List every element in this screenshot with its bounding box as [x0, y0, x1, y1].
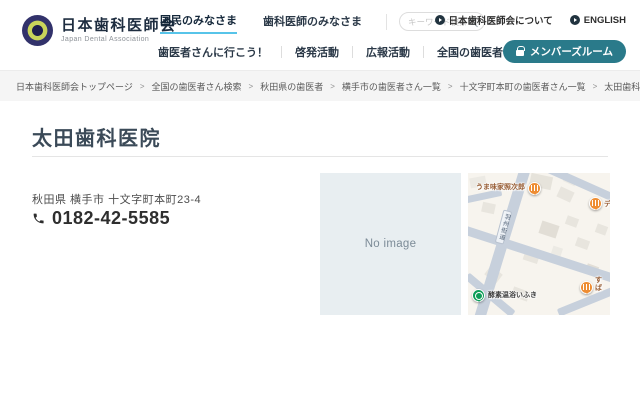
breadcrumb-separator: >: [140, 82, 145, 91]
site-logo[interactable]: 日本歯科医師会 Japan Dental Association: [22, 15, 177, 46]
map-poi-label: すば: [595, 277, 604, 293]
site-header: 日本歯科医師会 Japan Dental Association 国民のみなさま…: [0, 0, 640, 70]
breadcrumb: 日本歯科医師会トップページ > 全国の歯医者さん検索 > 秋田県の歯医者 > 横…: [0, 70, 640, 101]
utility-links: 日本歯科医師会について ENGLISH: [435, 13, 626, 27]
page: 日本歯科医師会 Japan Dental Association 国民のみなさま…: [0, 0, 640, 400]
nav-item-awareness[interactable]: 啓発活動: [282, 44, 352, 60]
breadcrumb-link-jumonji[interactable]: 十文字町本町の歯医者さん一覧: [460, 80, 586, 93]
no-image-label: No image: [365, 238, 417, 250]
title-divider: [32, 156, 608, 157]
nav-item-go-to-dentist[interactable]: 歯医者さんに行こう！: [158, 44, 281, 60]
clinic-address: 秋田県 横手市 十文字町本町23-4: [32, 191, 201, 207]
members-room-button[interactable]: メンバーズルーム: [503, 40, 626, 63]
map-poi-label: 酵素温浴いふき: [488, 292, 537, 300]
breadcrumb-current: 太田歯科医院: [604, 80, 640, 93]
nav-item-pr[interactable]: 広報活動: [353, 44, 423, 60]
phone-icon: [32, 212, 45, 225]
breadcrumb-separator: >: [448, 82, 453, 91]
secondary-nav: 歯医者さんに行こう！ 啓発活動 広報活動 全国の歯医者さん検索: [158, 44, 560, 60]
circle-arrow-icon: [435, 15, 445, 25]
breadcrumb-separator: >: [249, 82, 254, 91]
tab-citizens[interactable]: 国民のみなさま: [160, 9, 237, 34]
breadcrumb-link-home[interactable]: 日本歯科医師会トップページ: [16, 80, 133, 93]
members-room-label: メンバーズルーム: [530, 44, 613, 59]
breadcrumb-link-akita[interactable]: 秋田県の歯医者: [260, 80, 323, 93]
english-label: ENGLISH: [584, 15, 626, 26]
breadcrumb-link-yokote[interactable]: 横手市の歯医者さん一覧: [342, 80, 441, 93]
circle-arrow-icon: [570, 15, 580, 25]
map-embed[interactable]: 羽州街道 うま味家照次郎 デ すば 酵素温浴いふき: [468, 173, 610, 315]
map-poi-label: うま味家照次郎: [476, 184, 525, 192]
breadcrumb-separator: >: [330, 82, 335, 91]
jda-emblem-icon: [22, 15, 53, 46]
map-poi-label: デ: [604, 201, 610, 209]
lock-icon: [516, 50, 524, 56]
clinic-photo-placeholder: No image: [320, 173, 461, 315]
breadcrumb-separator: >: [593, 82, 598, 91]
map-marker-restaurant[interactable]: [528, 182, 541, 195]
clinic-phone-number: 0182-42-5585: [52, 208, 170, 229]
about-jda-link[interactable]: 日本歯科医師会について: [435, 13, 553, 27]
english-link[interactable]: ENGLISH: [570, 15, 626, 26]
clinic-name-title: 太田歯科医院: [32, 122, 161, 151]
nav-divider: [386, 14, 387, 30]
about-jda-label: 日本歯科医師会について: [449, 13, 553, 27]
tab-dentists[interactable]: 歯科医師のみなさま: [263, 10, 362, 33]
map-marker-relaxation[interactable]: [472, 289, 485, 302]
map-marker-restaurant[interactable]: [580, 281, 593, 294]
logo-subtitle: Japan Dental Association: [61, 36, 177, 43]
breadcrumb-link-search[interactable]: 全国の歯医者さん検索: [152, 80, 242, 93]
map-marker-restaurant[interactable]: [589, 197, 602, 210]
clinic-phone-link[interactable]: 0182-42-5585: [32, 208, 170, 229]
